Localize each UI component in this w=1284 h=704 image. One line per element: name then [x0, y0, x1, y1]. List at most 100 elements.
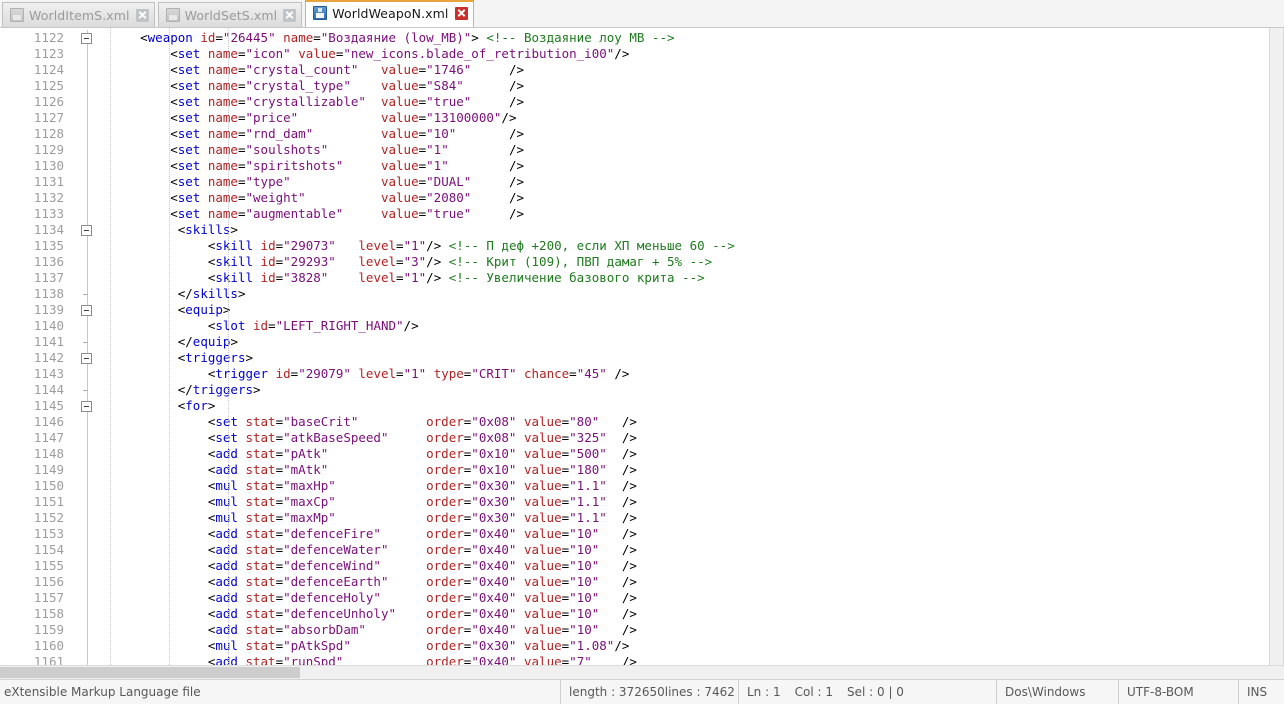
close-icon[interactable]: [135, 8, 149, 22]
line-number: 1130: [33, 158, 64, 173]
horizontal-scrollbar-thumb[interactable]: [0, 667, 300, 678]
code-line[interactable]: <add stat="defenceEarth" order="0x40" va…: [110, 574, 1283, 590]
code-line[interactable]: <set name="crystallizable" value="true" …: [110, 94, 1283, 110]
status-insert-mode: INS: [1238, 679, 1284, 704]
code-line[interactable]: <set name="icon" value="new_icons.blade_…: [110, 46, 1283, 62]
text-editor-area[interactable]: 1122 1123 1124 1125 1126 1127 1128 1129 1130 1131…: [0, 28, 1284, 665]
save-disk-icon: [165, 8, 180, 22]
line-number: 1132: [33, 190, 64, 205]
fold-collapse-icon[interactable]: [81, 225, 92, 236]
code-line[interactable]: <set name="crystal_count" value="1746" /…: [110, 62, 1283, 78]
code-line[interactable]: <equip>: [110, 302, 1283, 318]
code-line[interactable]: <trigger id="29079" level="1" type="CRIT…: [110, 366, 1283, 382]
fold-collapse-icon[interactable]: [81, 305, 92, 316]
line-number: 1144: [33, 382, 64, 397]
horizontal-scrollbar-track[interactable]: [0, 665, 1284, 679]
code-line[interactable]: <mul stat="maxHp" order="0x30" value="1.…: [110, 478, 1283, 494]
status-bar: eXtensible Markup Language file length :…: [0, 679, 1284, 704]
code-line[interactable]: <set name="weight" value="2080" />: [110, 190, 1283, 206]
vertical-scrollbar-track[interactable]: [1269, 28, 1283, 665]
fold-marker[interactable]: [74, 398, 102, 414]
code-folding-column[interactable]: [74, 28, 102, 665]
fold-collapse-icon[interactable]: [81, 33, 92, 44]
fold-marker: [74, 590, 102, 606]
notepad-plus-plus-window: WorldItemS.xml WorldSetS.xml WorldWeapoN…: [0, 0, 1284, 704]
code-line[interactable]: <set stat="baseCrit" order="0x08" value=…: [110, 414, 1283, 430]
code-line[interactable]: <set name="augmentable" value="true" />: [110, 206, 1283, 222]
code-line[interactable]: <for>: [110, 398, 1283, 414]
fold-marker: [74, 254, 102, 270]
code-line[interactable]: <add stat="mAtk" order="0x10" value="180…: [110, 462, 1283, 478]
code-line[interactable]: <mul stat="maxCp" order="0x30" value="1.…: [110, 494, 1283, 510]
fold-marker: [74, 414, 102, 430]
line-number: 1124: [33, 62, 64, 77]
code-line[interactable]: <mul stat="maxMp" order="0x30" value="1.…: [110, 510, 1283, 526]
code-line[interactable]: <set name="soulshots" value="1" />: [110, 142, 1283, 158]
status-length: length : 372650: [569, 685, 665, 699]
code-line[interactable]: <skill id="29293" level="3"/> <!-- Крит …: [110, 254, 1283, 270]
code-line[interactable]: <skill id="29073" level="1"/> <!-- П деф…: [110, 238, 1283, 254]
code-line[interactable]: <add stat="runSpd" order="0x40" value="7…: [110, 654, 1283, 665]
code-line[interactable]: <set name="spiritshots" value="1" />: [110, 158, 1283, 174]
line-number: 1122: [33, 30, 64, 45]
fold-marker[interactable]: [74, 350, 102, 366]
code-line[interactable]: <triggers>: [110, 350, 1283, 366]
code-line[interactable]: <slot id="LEFT_RIGHT_HAND"/>: [110, 318, 1283, 334]
code-line[interactable]: <add stat="defenceUnholy" order="0x40" v…: [110, 606, 1283, 622]
line-number: 1146: [33, 414, 64, 429]
code-line[interactable]: <set name="price" value="13100000"/>: [110, 110, 1283, 126]
close-icon[interactable]: [283, 8, 297, 22]
line-number: 1140: [33, 318, 64, 333]
line-number: 1138: [33, 286, 64, 301]
fold-end-icon: [83, 294, 88, 295]
line-number: 1156: [33, 574, 64, 589]
line-number: 1126: [33, 94, 64, 109]
code-line[interactable]: <add stat="defenceHoly" order="0x40" val…: [110, 590, 1283, 606]
line-number: 1159: [33, 622, 64, 637]
line-number: 1151: [33, 494, 64, 509]
line-number: 1158: [33, 606, 64, 621]
fold-marker: [74, 270, 102, 286]
code-line[interactable]: <mul stat="pAtkSpd" order="0x30" value="…: [110, 638, 1283, 654]
line-number: 1129: [33, 142, 64, 157]
line-number: 1127: [33, 110, 64, 125]
fold-marker[interactable]: [74, 30, 102, 46]
code-line[interactable]: <add stat="defenceWind" order="0x40" val…: [110, 558, 1283, 574]
tab-world-weapon-n[interactable]: WorldWeapoN.xml: [305, 0, 474, 27]
fold-marker[interactable]: [74, 302, 102, 318]
code-line[interactable]: <skill id="3828" level="1"/> <!-- Увелич…: [110, 270, 1283, 286]
code-line[interactable]: <set stat="atkBaseSpeed" order="0x08" va…: [110, 430, 1283, 446]
code-line[interactable]: <set name="rnd_dam" value="10" />: [110, 126, 1283, 142]
status-document-info: length : 372650 lines : 7462: [560, 679, 738, 704]
fold-marker: [74, 46, 102, 62]
tab-world-set-s[interactable]: WorldSetS.xml: [157, 2, 303, 27]
fold-marker: [74, 478, 102, 494]
fold-collapse-icon[interactable]: [81, 353, 92, 364]
close-icon[interactable]: [454, 6, 468, 20]
code-line[interactable]: <add stat="absorbDam" order="0x40" value…: [110, 622, 1283, 638]
code-line[interactable]: <add stat="pAtk" order="0x10" value="500…: [110, 446, 1283, 462]
code-line[interactable]: <set name="type" value="DUAL" />: [110, 174, 1283, 190]
line-number: 1161: [33, 654, 64, 665]
tab-world-item-s[interactable]: WorldItemS.xml: [2, 2, 155, 27]
fold-marker: [74, 446, 102, 462]
line-number: 1153: [33, 526, 64, 541]
code-line[interactable]: <add stat="defenceFire" order="0x40" val…: [110, 526, 1283, 542]
line-number: 1145: [33, 398, 64, 413]
code-line[interactable]: <set name="crystal_type" value="S84" />: [110, 78, 1283, 94]
code-line[interactable]: </skills>: [110, 286, 1283, 302]
fold-collapse-icon[interactable]: [81, 401, 92, 412]
line-number: 1136: [33, 254, 64, 269]
code-line[interactable]: </triggers>: [110, 382, 1283, 398]
line-number: 1139: [33, 302, 64, 317]
code-line[interactable]: <weapon id="26445" name="Воздаяние (low_…: [110, 30, 1283, 46]
code-line[interactable]: </equip>: [110, 334, 1283, 350]
code-line[interactable]: <skills>: [110, 222, 1283, 238]
fold-marker[interactable]: [74, 222, 102, 238]
fold-marker: [74, 190, 102, 206]
code-text-area[interactable]: <weapon id="26445" name="Воздаяние (low_…: [102, 28, 1283, 665]
code-line[interactable]: <add stat="defenceWater" order="0x40" va…: [110, 542, 1283, 558]
line-number: 1141: [33, 334, 64, 349]
status-eol-format: Dos\Windows: [996, 679, 1118, 704]
line-number: 1143: [33, 366, 64, 381]
